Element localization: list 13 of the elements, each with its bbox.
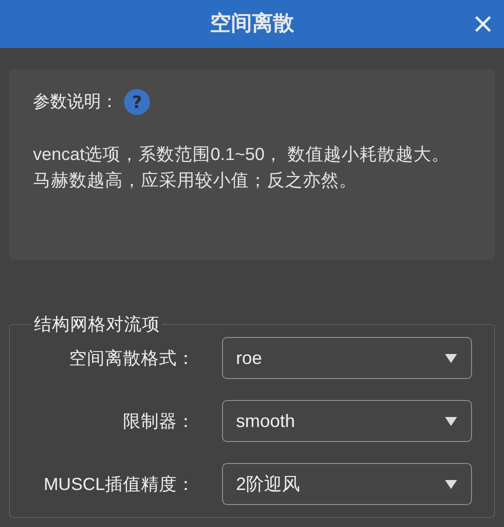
field-label: 空间离散格式： bbox=[68, 346, 195, 370]
dropdown[interactable]: 2阶迎风 bbox=[222, 463, 472, 505]
field-label: MUSCL插值精度： bbox=[42, 472, 195, 496]
caret-icon bbox=[445, 416, 457, 426]
field-label: 限制器： bbox=[122, 410, 195, 433]
window-title: 空间离散 bbox=[210, 10, 294, 38]
close-icon bbox=[474, 15, 492, 33]
caret-icon bbox=[445, 354, 457, 362]
caret-icon bbox=[445, 480, 457, 488]
description-text: vencat选项，系数范围0.1~50， 数值越小耗散越大。马赫数越高，应采用较小值；反之亦然。 bbox=[33, 143, 450, 192]
dropdown[interactable]: roe bbox=[222, 337, 472, 379]
info-label: 参数说明： bbox=[33, 91, 118, 114]
dropdown[interactable]: smooth bbox=[222, 400, 472, 442]
